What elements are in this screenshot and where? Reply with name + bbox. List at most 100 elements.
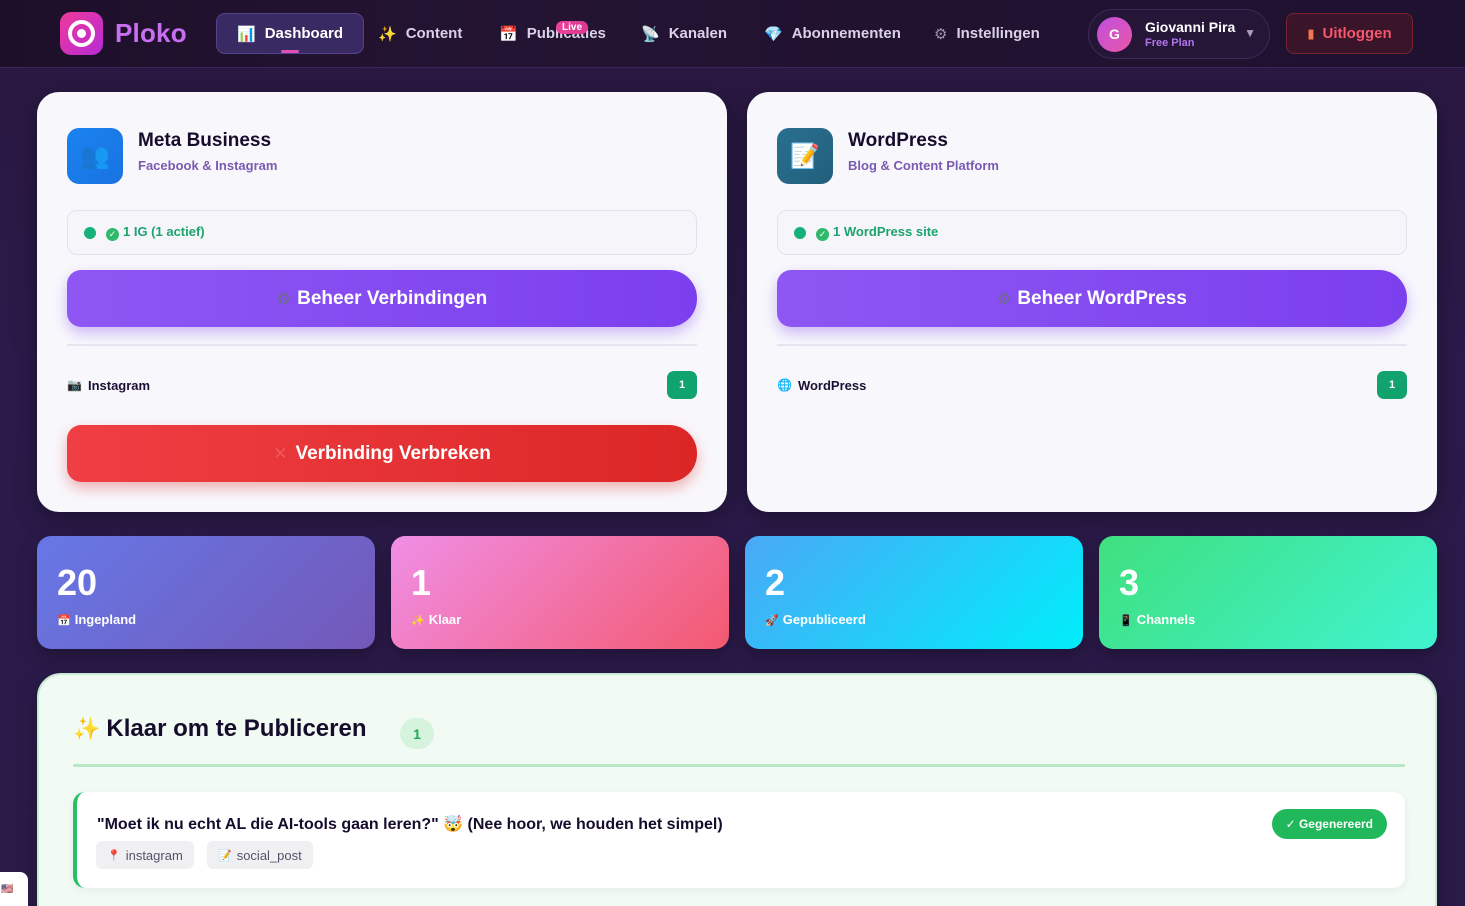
top-navbar: Ploko 📊 Dashboard ✨ Content 📅 Publicatie… bbox=[0, 0, 1465, 68]
post-title: "Moet ik nu echt AL die AI-tools gaan le… bbox=[97, 816, 723, 833]
us-flag-icon: 🇺🇸 bbox=[1, 883, 14, 895]
close-icon: ✕ bbox=[273, 443, 288, 463]
brand-name: Ploko bbox=[115, 18, 187, 48]
wordpress-card: 📝 WordPress Blog & Content Platform ✓ 1 W… bbox=[747, 92, 1437, 512]
nav-abonnementen[interactable]: 💎 Abonnementen bbox=[744, 13, 921, 54]
stat-label: Klaar bbox=[428, 612, 462, 627]
check-icon: ✓ bbox=[816, 228, 829, 241]
post-card[interactable]: "Moet ik nu echt AL die AI-tools gaan le… bbox=[73, 792, 1405, 888]
user-menu[interactable]: G Giovanni Pira Free Plan ▼ bbox=[1088, 9, 1270, 59]
status-dot-icon bbox=[794, 226, 806, 239]
nav-dashboard-label: Dashboard bbox=[264, 25, 344, 42]
tag-type: 📝 social_post bbox=[207, 841, 313, 869]
logout-button[interactable]: ▮ Uitloggen bbox=[1286, 13, 1413, 54]
card-title: WordPress bbox=[848, 130, 948, 151]
stat-label: Gepubliceerd bbox=[782, 612, 866, 627]
brand[interactable]: Ploko bbox=[60, 12, 187, 55]
stat-label: Channels bbox=[1136, 612, 1196, 627]
calendar-icon: 📅 bbox=[57, 615, 71, 627]
nav-content[interactable]: ✨ Content bbox=[358, 13, 482, 54]
divider bbox=[777, 344, 1407, 346]
stat-label-wrap: 🚀 Gepubliceerd bbox=[765, 612, 866, 627]
tag-platform: 📍 instagram bbox=[96, 841, 194, 869]
disconnect-label: Verbinding Verbreken bbox=[295, 442, 491, 464]
tag-label: social_post bbox=[236, 847, 302, 863]
section-title-text: Klaar om te Publiceren bbox=[106, 715, 367, 742]
stat-value: 1 bbox=[411, 562, 432, 603]
status-text-wrap: ✓ 1 WordPress site bbox=[816, 224, 938, 241]
memo-icon: 📝 bbox=[777, 128, 833, 184]
gear-icon: ⚙ bbox=[996, 290, 1012, 308]
tag-label: instagram bbox=[125, 847, 183, 863]
disconnect-button[interactable]: ✕ Verbinding Verbreken bbox=[67, 425, 697, 482]
stat-value: 2 bbox=[765, 562, 786, 603]
nav-kanalen-label: Kanalen bbox=[668, 25, 728, 42]
calendar-icon: 📅 bbox=[499, 25, 518, 43]
brand-logo-icon bbox=[60, 12, 103, 55]
pin-icon: 📍 bbox=[107, 849, 121, 862]
sparkles-icon: ✨ bbox=[411, 615, 425, 627]
ready-to-publish-section: ✨ Klaar om te Publiceren 1 "Moet ik nu e… bbox=[37, 673, 1437, 906]
gear-icon: ⚙ bbox=[276, 290, 292, 308]
stat-label: Ingepland bbox=[74, 612, 137, 627]
manage-connections-button[interactable]: ⚙ Beheer Verbindingen bbox=[67, 270, 697, 327]
status-text-wrap: ✓ 1 IG (1 actief) bbox=[106, 224, 205, 241]
sparkles-icon: ✨ bbox=[73, 716, 101, 741]
nav-instellingen-label: Instellingen bbox=[956, 25, 1040, 42]
stat-card-klaar[interactable]: 1 ✨ Klaar bbox=[391, 536, 729, 649]
section-divider bbox=[73, 764, 1405, 767]
connection-status: ✓ 1 WordPress site bbox=[777, 210, 1407, 255]
stat-value: 3 bbox=[1119, 562, 1140, 603]
stat-card-gepubliceerd[interactable]: 2 🚀 Gepubliceerd bbox=[745, 536, 1083, 649]
phone-icon: 📱 bbox=[1119, 615, 1133, 627]
sparkles-icon: ✨ bbox=[378, 25, 397, 43]
live-badge: Live bbox=[556, 21, 589, 34]
status-dot-icon bbox=[84, 226, 96, 239]
nav-publicaties[interactable]: 📅 Publicaties Live bbox=[479, 13, 626, 54]
status-text: 1 IG (1 actief) bbox=[123, 224, 205, 239]
section-title: ✨ Klaar om te Publiceren bbox=[73, 715, 367, 743]
user-plan: Free Plan bbox=[1145, 37, 1195, 49]
satellite-icon: 📡 bbox=[641, 25, 660, 43]
section-count-badge: 1 bbox=[400, 718, 434, 749]
stat-card-ingepland[interactable]: 20 📅 Ingepland bbox=[37, 536, 375, 649]
camera-icon: 📷 bbox=[67, 378, 82, 392]
meta-business-card: 👥 Meta Business Facebook & Instagram ✓ 1 … bbox=[37, 92, 727, 512]
manage-wordpress-button[interactable]: ⚙ Beheer WordPress bbox=[777, 270, 1407, 327]
card-title: Meta Business bbox=[138, 130, 272, 151]
chart-icon: 📊 bbox=[237, 25, 256, 43]
stat-label-wrap: 📱 Channels bbox=[1119, 612, 1195, 627]
platform-row-instagram: 📷 Instagram 1 bbox=[67, 370, 697, 400]
manage-connections-label: Beheer Verbindingen bbox=[297, 287, 488, 309]
stat-label-wrap: 📅 Ingepland bbox=[57, 612, 136, 627]
nav-instellingen[interactable]: ⚙ Instellingen bbox=[914, 13, 1060, 54]
nav-content-label: Content bbox=[405, 25, 463, 42]
status-text: 1 WordPress site bbox=[833, 224, 939, 239]
card-subtitle: Facebook & Instagram bbox=[138, 158, 278, 173]
language-switcher[interactable]: 🇺🇸 bbox=[0, 872, 28, 906]
card-subtitle: Blog & Content Platform bbox=[848, 158, 999, 173]
battery-icon: ▮ bbox=[1307, 25, 1315, 41]
nav-dashboard[interactable]: 📊 Dashboard bbox=[216, 13, 365, 54]
stat-value: 20 bbox=[57, 562, 98, 603]
globe-icon: 🌐 bbox=[777, 378, 792, 392]
rocket-icon: 🚀 bbox=[765, 615, 779, 627]
nav-kanalen[interactable]: 📡 Kanalen bbox=[621, 13, 747, 54]
stat-card-channels[interactable]: 3 📱 Channels bbox=[1099, 536, 1437, 649]
user-name: Giovanni Pira bbox=[1145, 19, 1236, 35]
nav-abonnementen-label: Abonnementen bbox=[791, 25, 901, 42]
connection-status: ✓ 1 IG (1 actief) bbox=[67, 210, 697, 255]
stat-label-wrap: ✨ Klaar bbox=[411, 612, 461, 627]
user-info: Giovanni Pira Free Plan bbox=[1145, 19, 1235, 49]
platform-name: Instagram bbox=[87, 377, 151, 393]
divider bbox=[67, 344, 697, 346]
logout-label: Uitloggen bbox=[1322, 25, 1392, 42]
avatar: G bbox=[1097, 16, 1132, 52]
diamond-icon: 💎 bbox=[764, 25, 783, 43]
platform-count-badge: 1 bbox=[1377, 371, 1407, 399]
chevron-down-icon: ▼ bbox=[1244, 26, 1256, 40]
platform-name: WordPress bbox=[797, 377, 867, 393]
gear-icon: ⚙ bbox=[934, 25, 948, 43]
generated-status-badge: ✓ Gegenereerd bbox=[1271, 809, 1387, 839]
platform-count-badge: 1 bbox=[667, 371, 697, 399]
